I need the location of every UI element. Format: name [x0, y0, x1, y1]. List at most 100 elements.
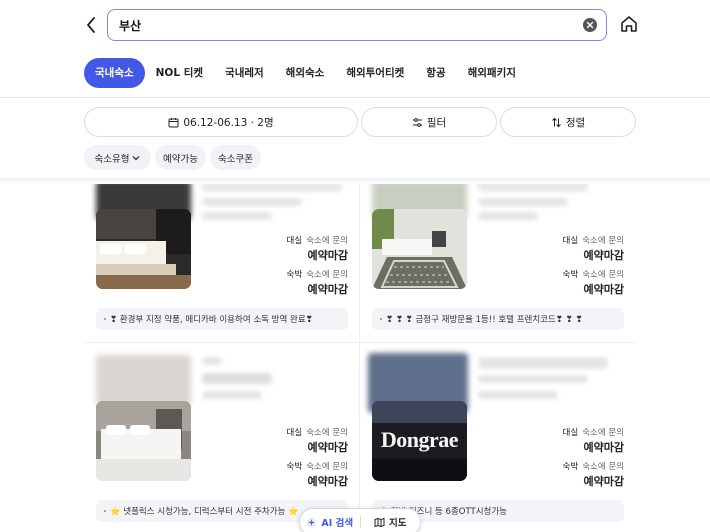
coupon-chip[interactable]: 숙소쿠폰 [210, 145, 261, 170]
listing-card[interactable]: 대실 숙소에 문의 예약마감 숙박 숙소에 문의 예약마감 ❣ ❣ ❣ 금정구 … [360, 184, 636, 342]
chevron-left-icon [87, 17, 95, 33]
rate-type: 숙박 [562, 270, 579, 280]
rate-row: 숙박 숙소에 문의 [563, 267, 624, 281]
filter-label: 필터 [426, 116, 447, 129]
listing-meta-blurred [202, 198, 302, 206]
tab-domestic-leisure[interactable]: 국내레저 [214, 58, 275, 88]
rate-row: 대실 숙소에 문의 [287, 233, 348, 247]
rate-type: 숙박 [562, 462, 579, 472]
close-icon [586, 21, 594, 29]
rate-row: 숙박 숙소에 문의 [563, 459, 624, 473]
rate-type: 대실 [286, 236, 303, 246]
rate-row: 숙박 숙소에 문의 [287, 267, 348, 281]
listing-meta-blurred [202, 391, 262, 399]
map-icon [374, 517, 385, 527]
price-block: 대실 숙소에 문의 예약마감 숙박 숙소에 문의 예약마감 [287, 233, 348, 299]
listing-grid: 대실 숙소에 문의 예약마감 숙박 숙소에 문의 예약마감 ❣ 환경부 지정 약… [84, 184, 636, 532]
rate-inquiry: 숙소에 문의 [306, 236, 348, 246]
map-button[interactable]: 지도 [361, 509, 421, 532]
calendar-icon [168, 117, 179, 127]
rate-status: 예약마감 [583, 441, 624, 454]
rate-type: 대실 [562, 428, 579, 438]
listing-card[interactable]: Dongrae 대실 숙소에 문의 예약마감 숙박 숙소에 문의 예약마감 스,… [360, 343, 636, 522]
home-icon [621, 16, 637, 32]
rate-inquiry: 숙소에 문의 [582, 270, 624, 280]
stay-type-label: 숙소유형 [94, 153, 130, 165]
rate-type: 대실 [286, 428, 303, 438]
available-chip[interactable]: 예약가능 [155, 145, 206, 170]
listing-name-blurred [478, 357, 608, 369]
ai-search-button[interactable]: AI 검색 [300, 509, 360, 532]
listing-name-blurred [478, 184, 588, 192]
rate-inquiry: 숙소에 문의 [306, 270, 348, 280]
sort-button[interactable]: 정렬 [500, 107, 636, 137]
tab-nol-ticket[interactable]: NOL 티켓 [145, 58, 214, 88]
rate-row: 숙박 숙소에 문의 [287, 459, 348, 473]
listing-meta-blurred [478, 212, 538, 220]
listing-thumbnail [372, 209, 467, 289]
search-input[interactable]: 부산 [107, 9, 607, 41]
listing-card[interactable]: 대실 숙소에 문의 예약마감 숙박 숙소에 문의 예약마감 ❣ 환경부 지정 약… [84, 184, 360, 342]
chevron-down-icon [133, 155, 140, 160]
back-button[interactable] [80, 13, 102, 37]
listing-meta-blurred [478, 391, 558, 399]
tab-overseas-stay[interactable]: 해외숙소 [275, 58, 336, 88]
rate-type: 대실 [562, 236, 579, 246]
listing-card[interactable]: 대실 숙소에 문의 예약마감 숙박 숙소에 문의 예약마감 ⭐ 넷플릭스 시청가… [84, 343, 360, 522]
filter-button[interactable]: 필터 [361, 107, 497, 137]
bullet-dot [380, 318, 382, 320]
rate-status: 예약마감 [307, 441, 348, 454]
rate-status: 예약마감 [583, 249, 624, 262]
price-block: 대실 숙소에 문의 예약마감 숙박 숙소에 문의 예약마감 [563, 233, 624, 299]
sign-text: Dongrae [380, 427, 459, 452]
top-header: 부산 [0, 0, 710, 50]
listing-meta-blurred [202, 212, 272, 220]
rate-status: 예약마감 [307, 249, 348, 262]
listing-thumbnail: Dongrae [372, 401, 467, 481]
price-block: 대실 숙소에 문의 예약마감 숙박 숙소에 문의 예약마감 [563, 425, 624, 491]
rate-type: 숙박 [286, 270, 303, 280]
clear-search-button[interactable] [583, 18, 597, 32]
listing-meta-blurred [478, 375, 588, 383]
header-divider [0, 97, 710, 98]
rate-status: 예약마감 [307, 475, 348, 488]
available-label: 예약가능 [163, 153, 198, 165]
tab-overseas-tour-ticket[interactable]: 해외투어티켓 [335, 58, 415, 88]
promo-banner: ❣ 환경부 지정 약품, 메디카바 이용하여 소독 방역 완료❣ [96, 308, 348, 330]
promo-text: ❣ ❣ ❣ 금정구 재방문율 1등!! 호텔 프렌치코드❣ ❣ ❣ [386, 315, 583, 325]
date-guest-label: 06.12-06.13 · 2명 [183, 116, 274, 129]
listing-meta-blurred [202, 357, 222, 365]
tab-flight[interactable]: 항공 [415, 58, 456, 88]
date-guest-button[interactable]: 06.12-06.13 · 2명 [84, 107, 358, 137]
promo-text: ⭐ 넷플릭스 시청가능, 디럭스부터 시전 주차가능 ⭐ [110, 507, 299, 517]
sort-label: 정렬 [565, 116, 586, 129]
rate-status: 예약마감 [307, 283, 348, 296]
rate-inquiry: 숙소에 문의 [582, 462, 624, 472]
filter-sliders-icon [412, 117, 422, 127]
bullet-dot [104, 510, 106, 512]
tab-overseas-package[interactable]: 해외패키지 [457, 58, 527, 88]
rate-row: 대실 숙소에 문의 [563, 233, 624, 247]
listing-meta-blurred [478, 198, 568, 206]
home-button[interactable] [618, 13, 640, 35]
rate-inquiry: 숙소에 문의 [306, 462, 348, 472]
ai-search-label: AI 검색 [321, 518, 354, 529]
ai-sparkle-icon [306, 517, 317, 527]
rate-status: 예약마감 [583, 283, 624, 296]
stay-type-chip[interactable]: 숙소유형 [84, 145, 151, 170]
price-block: 대실 숙소에 문의 예약마감 숙박 숙소에 문의 예약마감 [287, 425, 348, 491]
listing-image-blurred [96, 355, 191, 405]
rate-inquiry: 숙소에 문의 [582, 236, 624, 246]
listing-name-blurred [202, 184, 342, 192]
rate-inquiry: 숙소에 문의 [582, 428, 624, 438]
listing-name-blurred [202, 373, 272, 384]
bullet-dot [104, 318, 106, 320]
search-query-text: 부산 [119, 19, 142, 33]
category-tabs: 국내숙소 NOL 티켓 국내레저 해외숙소 해외투어티켓 항공 해외패키지 [84, 58, 527, 88]
map-label: 지도 [389, 518, 407, 529]
rate-status: 예약마감 [583, 475, 624, 488]
rate-row: 대실 숙소에 문의 [287, 425, 348, 439]
rate-row: 대실 숙소에 문의 [563, 425, 624, 439]
tab-domestic-stay[interactable]: 국내숙소 [84, 58, 145, 88]
listing-thumbnail [96, 401, 191, 481]
